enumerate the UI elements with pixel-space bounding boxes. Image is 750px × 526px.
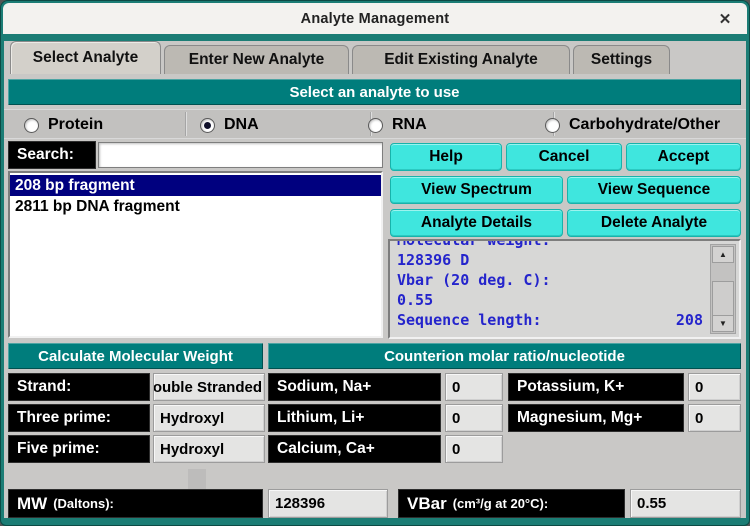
close-icon[interactable]: ✕ bbox=[715, 9, 735, 29]
analyte-details-button[interactable]: Analyte Details bbox=[390, 209, 563, 237]
vbar-label-sub: (cm³/g at 20°C): bbox=[452, 496, 549, 511]
potassium-label: Potassium, K+ bbox=[508, 373, 684, 401]
vbar-label: VBar (cm³/g at 20°C): bbox=[398, 489, 625, 518]
view-spectrum-button[interactable]: View Spectrum bbox=[390, 176, 563, 204]
details-line: 0.55 bbox=[397, 291, 434, 309]
divider bbox=[185, 112, 186, 136]
details-line: 128396 D bbox=[397, 251, 470, 269]
analyte-list[interactable]: 208 bp fragment 2811 bp DNA fragment bbox=[8, 171, 383, 338]
sequence-length-label: Sequence length: bbox=[397, 311, 542, 329]
scroll-down-icon[interactable]: ▼ bbox=[712, 315, 734, 332]
scroll-up-icon[interactable]: ▲ bbox=[712, 246, 734, 263]
radio-dna[interactable]: DNA bbox=[200, 110, 355, 140]
lithium-label: Lithium, Li+ bbox=[268, 404, 441, 432]
vbar-value: 0.55 bbox=[630, 489, 741, 518]
dialog-content: Select Analyte Enter New Analyte Edit Ex… bbox=[4, 41, 746, 518]
radio-icon bbox=[200, 117, 215, 133]
radio-icon bbox=[545, 117, 560, 133]
mw-label-sub: (Daltons): bbox=[53, 496, 114, 511]
tab-settings[interactable]: Settings bbox=[573, 45, 670, 74]
title-bar: Analyte Management ✕ bbox=[3, 3, 747, 34]
details-scrollbar[interactable]: ▲ ▼ bbox=[710, 244, 736, 334]
calcium-value: 0 bbox=[445, 435, 503, 463]
radio-label-carbohydrate: Carbohydrate/Other bbox=[569, 116, 721, 133]
tab-bar: Select Analyte Enter New Analyte Edit Ex… bbox=[4, 41, 746, 74]
horizontal-scroll-notch bbox=[188, 469, 206, 489]
sequence-length-value: 208 bbox=[675, 311, 703, 329]
potassium-value: 0 bbox=[688, 373, 741, 401]
calcium-label: Calcium, Ca+ bbox=[268, 435, 441, 463]
details-text: Molecular weight: 128396 D Vbar (20 deg.… bbox=[397, 239, 703, 330]
window-title: Analyte Management bbox=[300, 10, 450, 27]
sodium-value: 0 bbox=[445, 373, 503, 401]
mw-label-main: MW bbox=[17, 493, 48, 513]
search-label: Search: bbox=[8, 141, 96, 169]
strand-label: Strand: bbox=[8, 373, 150, 401]
accept-button[interactable]: Accept bbox=[626, 143, 741, 171]
search-input[interactable] bbox=[98, 142, 383, 168]
sodium-label: Sodium, Na+ bbox=[268, 373, 441, 401]
radio-rna[interactable]: RNA bbox=[368, 110, 523, 140]
five-prime-label: Five prime: bbox=[8, 435, 150, 463]
vbar-label-main: VBar bbox=[407, 493, 447, 513]
radio-label-dna: DNA bbox=[224, 116, 259, 133]
analyte-management-window: Analyte Management ✕ Select Analyte Ente… bbox=[0, 0, 750, 526]
five-prime-value: Hydroxyl bbox=[153, 435, 265, 463]
view-sequence-button[interactable]: View Sequence bbox=[567, 176, 741, 204]
three-prime-value: Hydroxyl bbox=[153, 404, 265, 432]
tab-enter-new-analyte[interactable]: Enter New Analyte bbox=[164, 45, 349, 74]
radio-carbohydrate-other[interactable]: Carbohydrate/Other bbox=[545, 110, 743, 140]
three-prime-label: Three prime: bbox=[8, 404, 150, 432]
delete-analyte-button[interactable]: Delete Analyte bbox=[567, 209, 741, 237]
list-item[interactable]: 2811 bp DNA fragment bbox=[10, 196, 381, 217]
calc-mw-header: Calculate Molecular Weight bbox=[8, 343, 263, 369]
mw-value: 128396 bbox=[268, 489, 388, 518]
tab-select-analyte[interactable]: Select Analyte bbox=[10, 41, 161, 74]
radio-protein[interactable]: Protein bbox=[24, 110, 179, 140]
counterion-header: Counterion molar ratio/nucleotide bbox=[268, 343, 741, 369]
magnesium-value: 0 bbox=[688, 404, 741, 432]
radio-label-protein: Protein bbox=[48, 116, 104, 133]
cancel-button[interactable]: Cancel bbox=[506, 143, 622, 171]
list-item[interactable]: 208 bp fragment bbox=[10, 175, 381, 196]
details-line: Molecular weight: bbox=[397, 239, 551, 249]
tab-edit-existing-analyte[interactable]: Edit Existing Analyte bbox=[352, 45, 570, 74]
strand-value: Double Stranded bbox=[153, 373, 265, 401]
analyte-details-panel: Molecular weight: 128396 D Vbar (20 deg.… bbox=[388, 239, 741, 339]
analyte-type-row: Protein DNA RNA Carbohydrate/Other bbox=[4, 109, 746, 139]
lithium-value: 0 bbox=[445, 404, 503, 432]
banner-select-analyte: Select an analyte to use bbox=[8, 79, 741, 105]
radio-icon bbox=[368, 117, 383, 133]
mw-daltons-label: MW (Daltons): bbox=[8, 489, 263, 518]
details-line: Sequence length: 208 bbox=[397, 310, 703, 330]
details-line: Vbar (20 deg. C): bbox=[397, 271, 551, 289]
magnesium-label: Magnesium, Mg+ bbox=[508, 404, 684, 432]
radio-label-rna: RNA bbox=[392, 116, 427, 133]
radio-icon bbox=[24, 117, 39, 133]
help-button[interactable]: Help bbox=[390, 143, 502, 171]
